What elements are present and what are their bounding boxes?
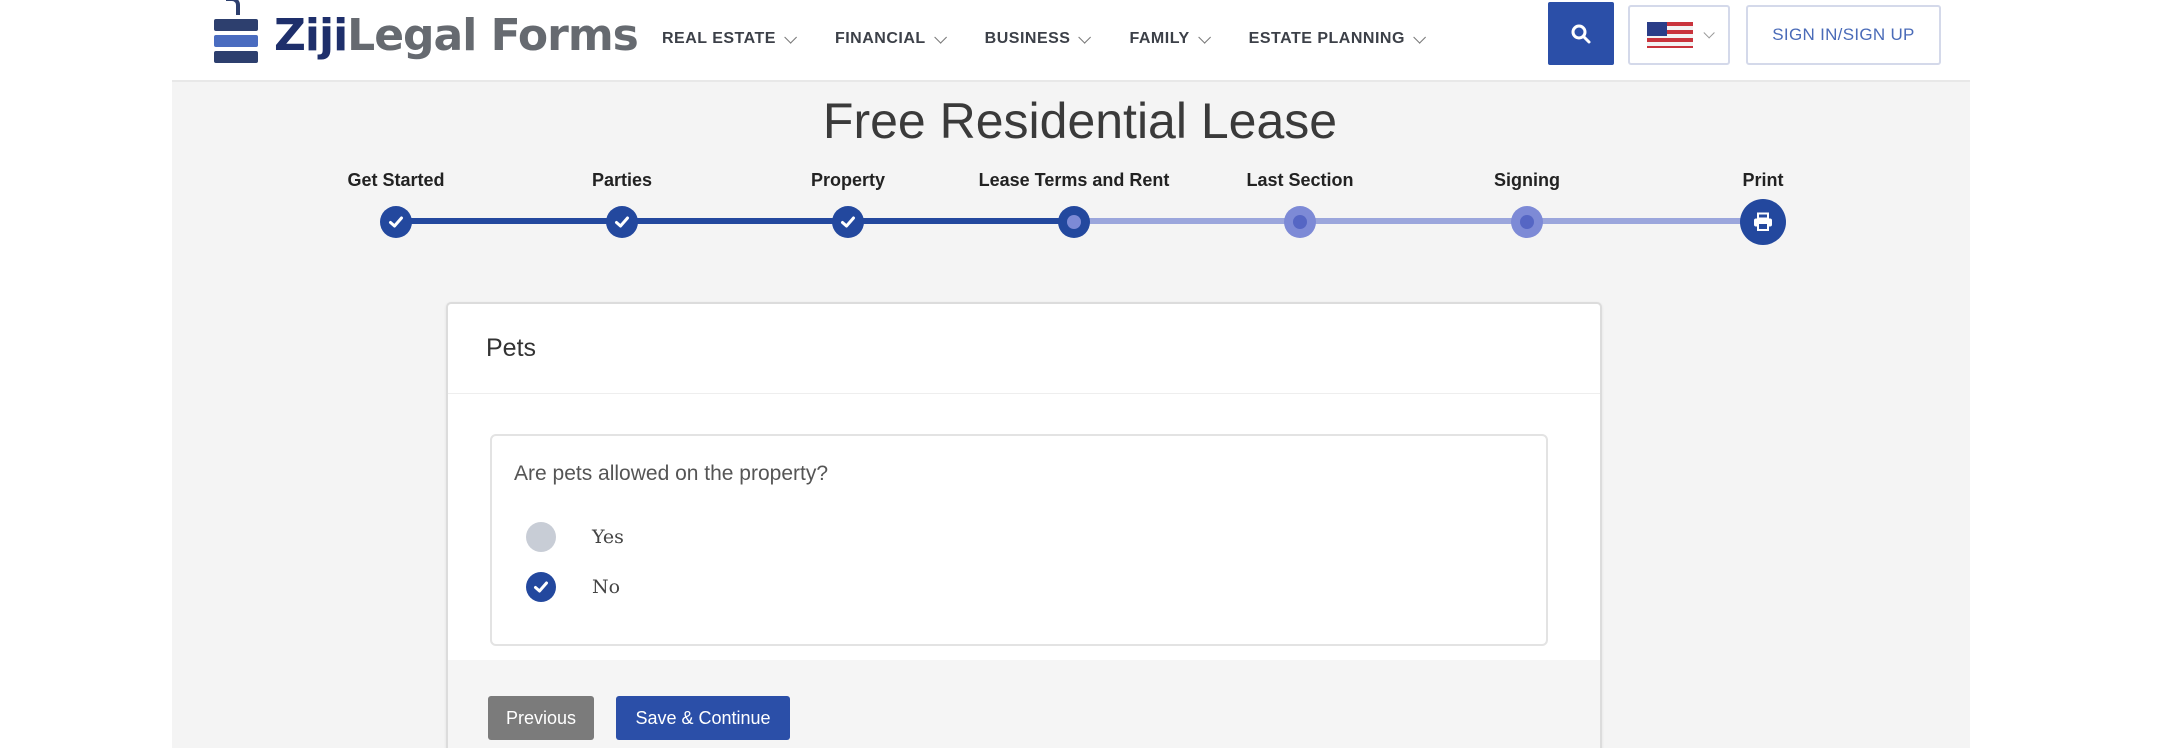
pending-step-dot (1284, 206, 1316, 238)
nav-item-financial[interactable]: FINANCIAL (834, 30, 947, 48)
printer-icon (1740, 199, 1786, 245)
step-label: Get Started (347, 170, 445, 190)
chevron-down-icon (1197, 30, 1211, 44)
nav-item-estate-planning[interactable]: ESTATE PLANNING (1248, 30, 1426, 48)
nav-item-business[interactable]: BUSINESS (984, 30, 1092, 48)
step-label: Signing (1494, 170, 1560, 190)
current-step-dot (1058, 206, 1090, 238)
page-title: Free Residential Lease (822, 93, 1338, 149)
sign-in-button[interactable]: SIGN IN/SIGN UP (1746, 5, 1941, 65)
logo-text-ziji: Ziji (274, 9, 348, 61)
question-box: Are pets allowed on the property? Yes No (490, 434, 1548, 646)
check-icon (380, 206, 412, 238)
pets-card: Pets Are pets allowed on the property? Y… (446, 302, 1602, 748)
check-icon (606, 206, 638, 238)
card-footer: Previous Save & Continue (448, 660, 1600, 748)
logo-text-legal-forms: Legal Forms (347, 9, 639, 61)
card-title: Pets (486, 334, 537, 362)
step-label: Print (1742, 170, 1784, 190)
chevron-down-icon (1703, 27, 1715, 39)
step-label: Lease Terms and Rent (978, 170, 1170, 190)
language-selector[interactable] (1628, 5, 1730, 65)
radio-unselected-icon[interactable] (526, 522, 556, 552)
option-yes[interactable]: Yes (526, 522, 624, 552)
nav-item-label: ESTATE PLANNING (1248, 30, 1405, 47)
card-header: Pets (448, 304, 1600, 394)
nav-item-label: FAMILY (1129, 30, 1190, 47)
pending-step-dot (1511, 206, 1543, 238)
option-label: No (592, 576, 621, 598)
nav-item-real-estate[interactable]: REAL ESTATE (662, 30, 797, 48)
chevron-down-icon (933, 30, 947, 44)
progress-line-remaining (1074, 218, 1762, 224)
logo-text: ZijiLegal Forms (274, 9, 639, 61)
us-flag-icon (1647, 22, 1693, 48)
chevron-down-icon (1078, 30, 1092, 44)
logo-mark-icon (212, 0, 260, 67)
nav-item-label: FINANCIAL (834, 30, 926, 47)
nav-item-family[interactable]: FAMILY (1129, 30, 1211, 48)
nav-item-label: REAL ESTATE (662, 30, 776, 47)
step-label: Last Section (1246, 170, 1354, 190)
check-icon (832, 206, 864, 238)
progress-line-complete (396, 218, 1074, 224)
nav-item-label: BUSINESS (984, 30, 1071, 47)
step-label: Property (810, 170, 886, 190)
radio-checked-icon[interactable] (526, 572, 556, 602)
chevron-down-icon (1413, 30, 1426, 44)
search-button[interactable] (1548, 2, 1614, 65)
chevron-down-icon (784, 30, 797, 44)
option-no[interactable]: No (526, 572, 620, 602)
step-label: Parties (591, 170, 653, 190)
previous-button[interactable]: Previous (488, 696, 594, 740)
search-icon (1571, 24, 1591, 43)
progress-stepper: Get Started Parties Property Lease Terms… (0, 170, 2160, 250)
question-text: Are pets allowed on the property? (514, 462, 829, 485)
option-label: Yes (592, 526, 624, 548)
save-continue-button[interactable]: Save & Continue (616, 696, 790, 740)
main-nav: REAL ESTATE FINANCIAL BUSINESS FAMILY ES… (662, 30, 1464, 48)
site-logo[interactable]: ZijiLegal Forms (212, 0, 639, 70)
